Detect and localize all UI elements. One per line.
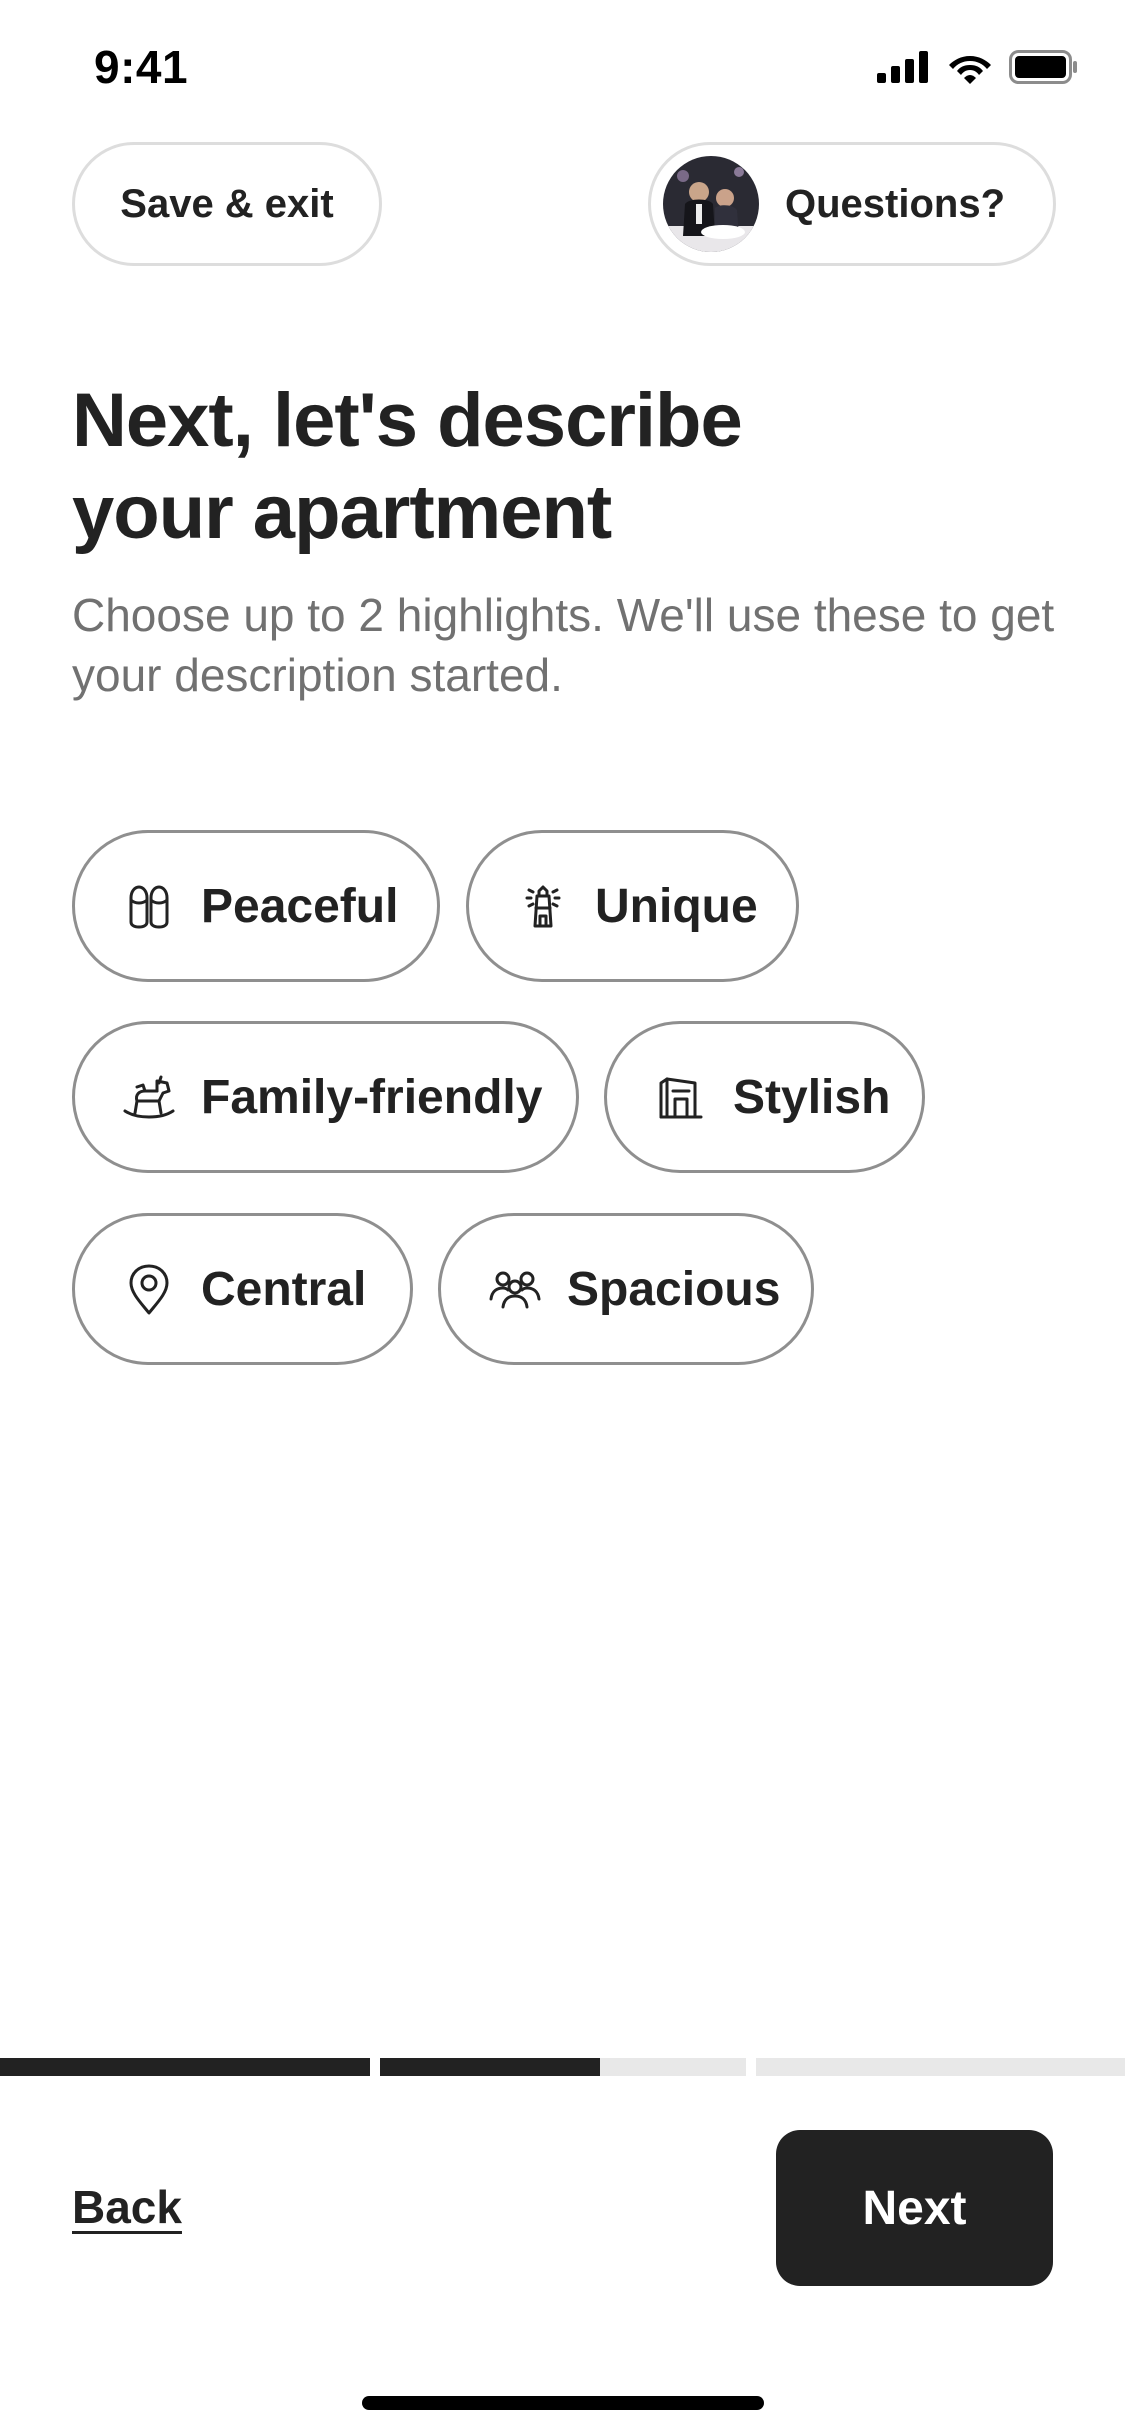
highlight-label: Spacious [567, 1262, 781, 1316]
highlight-chip-peaceful[interactable]: Peaceful [72, 830, 440, 982]
highlight-label: Peaceful [201, 879, 399, 933]
highlight-label: Unique [595, 879, 758, 933]
highlight-chip-central[interactable]: Central [72, 1213, 413, 1365]
save-exit-button[interactable]: Save & exit [72, 142, 382, 266]
map-pin-icon [123, 1263, 175, 1315]
progress-segment-2 [380, 2058, 746, 2076]
questions-label: Questions? [785, 181, 1006, 226]
wifi-icon [947, 50, 993, 84]
progress-segment-3 [756, 2058, 1125, 2076]
people-icon [489, 1263, 541, 1315]
rocking-horse-icon [123, 1071, 175, 1123]
host-avatar [663, 156, 759, 252]
title-line-1: Next, let's describe [72, 378, 743, 463]
save-exit-label: Save & exit [120, 181, 334, 226]
title-line-2: your apartment [72, 470, 612, 555]
back-button[interactable]: Back [72, 2180, 182, 2234]
slippers-icon [123, 880, 175, 932]
progress-bar [0, 2058, 1125, 2076]
home-indicator [362, 2396, 764, 2410]
page-subtitle: Choose up to 2 highlights. We'll use the… [72, 589, 1055, 701]
progress-segment-1 [0, 2058, 370, 2076]
battery-icon [1009, 50, 1079, 84]
questions-button[interactable]: Questions? [648, 142, 1056, 266]
lighthouse-icon [517, 880, 569, 932]
status-icons [877, 50, 1079, 84]
highlight-chip-unique[interactable]: Unique [466, 830, 799, 982]
highlight-chip-spacious[interactable]: Spacious [438, 1213, 814, 1365]
status-time: 9:41 [94, 41, 189, 93]
highlight-label: Central [201, 1262, 367, 1316]
next-button[interactable]: Next [776, 2130, 1053, 2286]
highlight-chip-stylish[interactable]: Stylish [604, 1021, 925, 1173]
status-bar: 9:41 [0, 0, 1125, 140]
next-label: Next [862, 2181, 967, 2235]
highlight-label: Stylish [733, 1070, 891, 1124]
highlight-label: Family-friendly [201, 1070, 543, 1124]
page-title: Next, let's describe your apartment [72, 375, 1072, 559]
cellular-signal-icon [877, 51, 931, 83]
highlight-chip-family-friendly[interactable]: Family-friendly [72, 1021, 579, 1173]
building-icon [655, 1071, 707, 1123]
